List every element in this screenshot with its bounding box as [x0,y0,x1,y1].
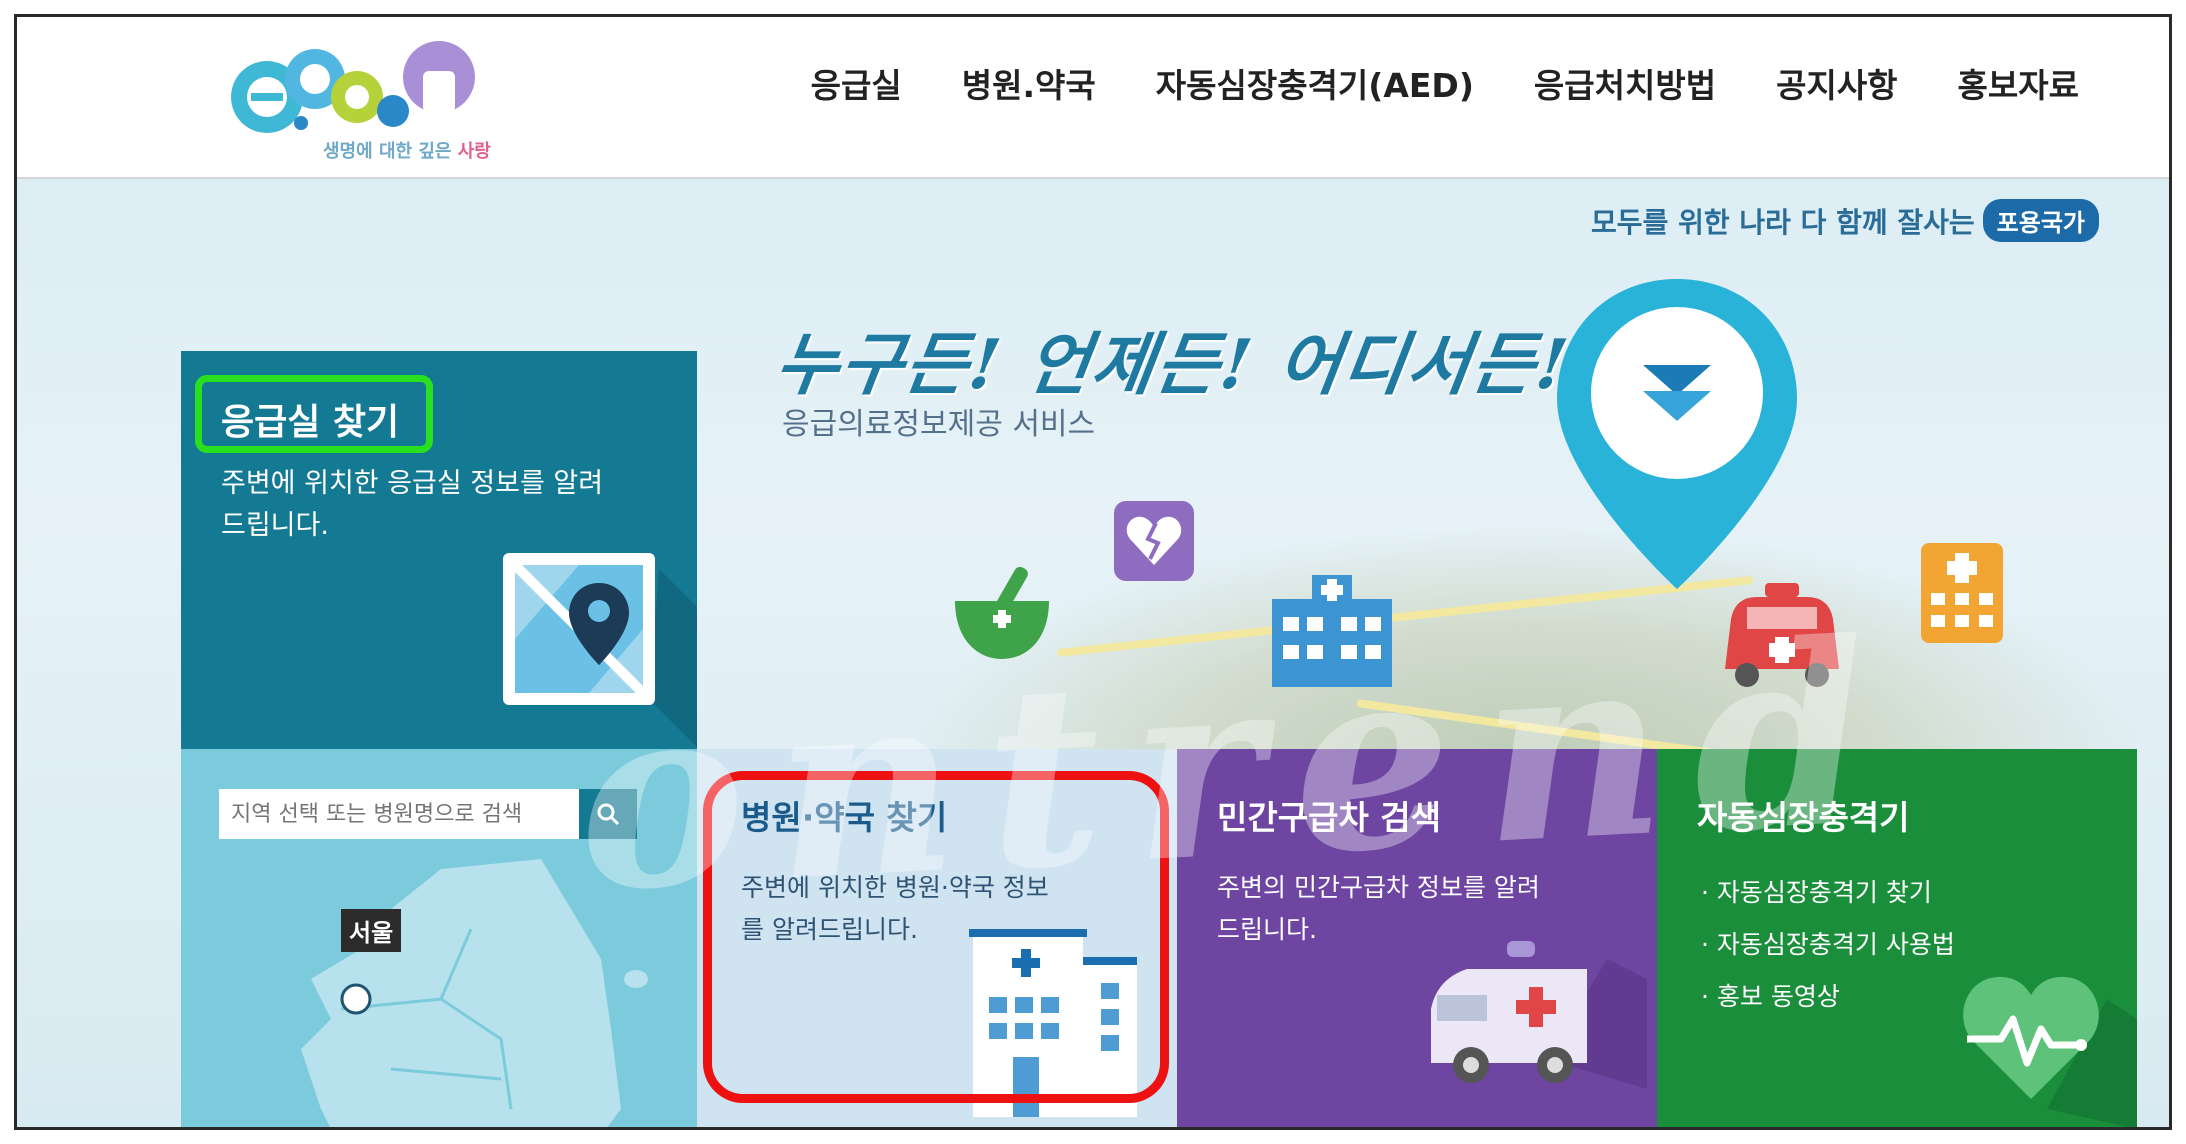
egen-logo-graphic [231,41,475,133]
nav-promotion[interactable]: 홍보자료 [1958,59,2079,107]
clinic-building-icon [1921,543,2003,643]
hero-title: 누구든! 언제든! 어디서든! [770,325,1575,405]
map-pin-icon [503,553,697,747]
egen-logo[interactable]: 생명에 대한 깊은 사랑 [217,31,517,171]
ambulance-vehicle-icon [1431,941,1647,1089]
region-label-seoul[interactable]: 서울 [341,909,402,952]
broken-heart-icon [1114,501,1194,581]
nav-first-aid[interactable]: 응급처치방법 [1534,59,1716,107]
er-tile-title: 응급실 찾기 [221,402,400,443]
search-icon [597,803,620,826]
hero-subtitle: 응급의료정보제공 서비스 [782,407,1096,442]
highlight-box-red [703,771,1169,1103]
nav-notices[interactable]: 공지사항 [1776,59,1897,107]
er-tile-description: 주변에 위치한 응급실 정보를 알려드립니다. [221,468,604,541]
slogan-text: 모두를 위한 나라 다 함께 잘사는 [1591,205,1975,239]
slogan-badge: 포용국가 [1982,199,2099,242]
aed-tile[interactable]: 자동심장충격기 · 자동심장충격기 찾기 · 자동심장충격기 사용법 · 홍보 … [1657,749,2137,1127]
region-search-tile: 서울 [181,749,697,1127]
pharmacy-mortar-icon [955,566,1049,659]
logo-tagline: 생명에 대한 깊은 사랑 [323,141,491,162]
location-pin-icon [1557,279,1797,589]
ambulance-tile-title: 민간구급차 검색 [1217,798,1442,837]
aed-tile-title: 자동심장충격기 [1697,798,1910,837]
hospital-building-icon [1272,575,1392,687]
main-nav: 응급실 병원.약국 자동심장충격기(AED) 응급처치방법 공지사항 홍보자료 [811,59,2079,107]
aed-howto-link[interactable]: · 자동심장충격기 사용법 [1701,919,1955,971]
nav-hospital-pharmacy[interactable]: 병원.약국 [962,59,1096,107]
hero-section: 모두를 위한 나라 다 함께 잘사는 포용국가 누구든! 언제든! 어디서든! … [17,179,2169,1127]
nav-aed[interactable]: 자동심장충격기(AED) [1156,59,1474,107]
aed-find-link[interactable]: · 자동심장충격기 찾기 [1701,867,1955,919]
region-search-input[interactable] [229,800,569,828]
site-header: 생명에 대한 깊은 사랑 응급실 병원.약국 자동심장충격기(AED) 응급처치… [17,17,2169,179]
hospital-pharmacy-tile[interactable]: 병원·약국 찾기 주변에 위치한 병원·약국 정보를 알려드립니다. [697,749,1177,1127]
korea-map [301,859,648,1127]
ambulance-icon [1725,583,1839,687]
er-search-tile[interactable]: 응급실 찾기 주변에 위치한 응급실 정보를 알려드립니다. [181,351,697,749]
nav-emergency-room[interactable]: 응급실 [811,59,902,107]
aed-link-list: · 자동심장충격기 찾기 · 자동심장충격기 사용법 · 홍보 동영상 [1701,867,1955,1023]
browser-frame: 생명에 대한 깊은 사랑 응급실 병원.약국 자동심장충격기(AED) 응급처치… [14,14,2172,1130]
slogan: 모두를 위한 나라 다 함께 잘사는 포용국가 [1591,199,2099,242]
heart-pulse-icon [1963,976,2137,1127]
search-button[interactable] [579,789,637,839]
private-ambulance-tile[interactable]: 민간구급차 검색 주변의 민간구급차 정보를 알려드립니다. [1177,749,1657,1127]
aed-video-link[interactable]: · 홍보 동영상 [1701,971,1955,1023]
region-search-box [219,789,579,839]
